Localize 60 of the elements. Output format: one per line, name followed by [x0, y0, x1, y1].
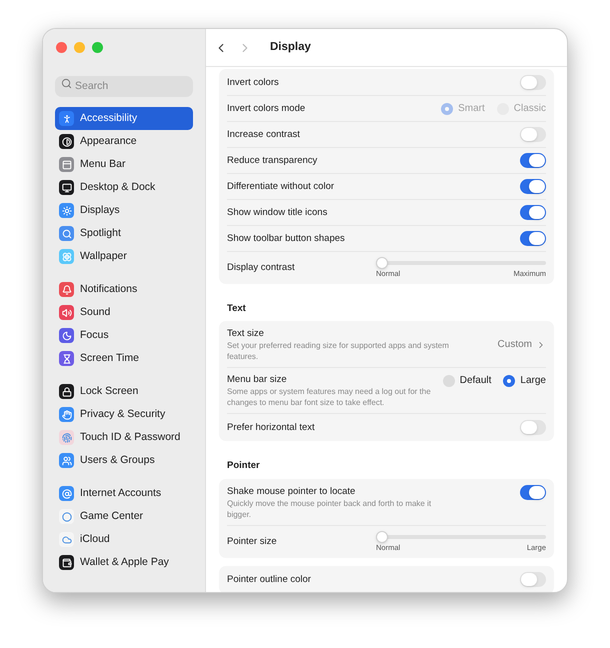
sidebar-item[interactable]: Users & Groups — [55, 449, 193, 472]
toggle-switch[interactable] — [520, 205, 546, 220]
row-description: Some apps or system features may need a log out for the changes to menu bar font size to take effect. — [227, 386, 432, 408]
text-size-value[interactable]: Custom — [498, 337, 546, 352]
setting-label: Display contrast — [227, 261, 295, 274]
sidebar-item[interactable]: Displays — [55, 199, 193, 222]
toggle-switch[interactable] — [520, 153, 546, 168]
setting-label: Text size — [227, 327, 265, 340]
sidebar-item[interactable]: Sound — [55, 301, 193, 324]
section-heading: Pointer — [226, 459, 261, 474]
sidebar-item[interactable]: Game Center — [55, 505, 193, 528]
setting-label: Show toolbar button shapes — [227, 232, 345, 245]
slider[interactable] — [376, 257, 546, 269]
toggle-switch[interactable] — [520, 484, 546, 500]
sidebar-item[interactable]: Desktop & Dock — [55, 176, 193, 199]
setting-label: Invert colors mode — [227, 102, 306, 115]
slider-thumb[interactable] — [376, 257, 388, 269]
section-heading: Text — [226, 302, 247, 316]
sidebar-item[interactable]: iCloud — [55, 528, 193, 551]
sidebar-item[interactable]: Menu Bar — [55, 153, 193, 176]
sidebar-item[interactable]: Internet Accounts — [55, 482, 193, 505]
sidebar-item[interactable]: Wallpaper — [55, 245, 193, 268]
toggle-switch[interactable] — [520, 572, 546, 587]
setting-label: Pointer outline color — [227, 573, 311, 586]
toggle-switch[interactable] — [520, 231, 546, 246]
setting-label: Differentiate without color — [227, 180, 334, 193]
sidebar-item[interactable]: Screen Time — [55, 347, 193, 370]
setting-label: Shake mouse pointer to locate — [227, 484, 356, 498]
close-button[interactable] — [56, 42, 67, 53]
setting-label: Increase contrast — [227, 128, 300, 141]
sidebar-item[interactable]: Wallet & Apple Pay — [55, 551, 193, 574]
window-title: Display — [270, 40, 311, 55]
setting-label: Invert colors — [227, 76, 279, 89]
slider[interactable] — [376, 530, 546, 542]
zoom-button[interactable] — [92, 42, 103, 53]
minimize-button[interactable] — [74, 42, 85, 53]
sidebar-item[interactable]: Lock Screen — [55, 380, 193, 403]
toggle-switch[interactable] — [520, 127, 546, 142]
radio-option[interactable]: Large — [503, 373, 546, 388]
sidebar-item[interactable]: Touch ID & Password — [55, 426, 193, 449]
radio-option[interactable]: Default — [442, 373, 492, 388]
sidebar-item[interactable]: Appearance — [55, 130, 193, 153]
setting-label: Show window title icons — [227, 206, 328, 219]
toggle-switch[interactable] — [520, 75, 546, 90]
search-icon — [61, 78, 72, 89]
setting-label: Prefer horizontal text — [227, 420, 315, 434]
slider-thumb[interactable] — [376, 530, 388, 542]
toggle-switch[interactable] — [520, 420, 546, 435]
setting-label: Menu bar size — [227, 373, 288, 386]
row-description: Quickly move the mouse pointer back and forth to make it bigger. — [227, 498, 432, 520]
sidebar-item[interactable]: Accessibility — [55, 107, 193, 130]
setting-label: Pointer size — [227, 534, 277, 548]
row-description: Set your preferred reading size for supported apps and system features. — [227, 340, 450, 362]
sidebar-item[interactable]: Notifications — [55, 278, 193, 301]
sidebar-item[interactable]: Focus — [55, 324, 193, 347]
search-field[interactable]: Search — [55, 76, 193, 96]
toggle-switch[interactable] — [520, 179, 546, 194]
setting-label: Reduce transparency — [227, 154, 318, 167]
sidebar-item[interactable]: Spotlight — [55, 222, 193, 245]
sidebar-item[interactable]: Privacy & Security — [55, 403, 193, 426]
